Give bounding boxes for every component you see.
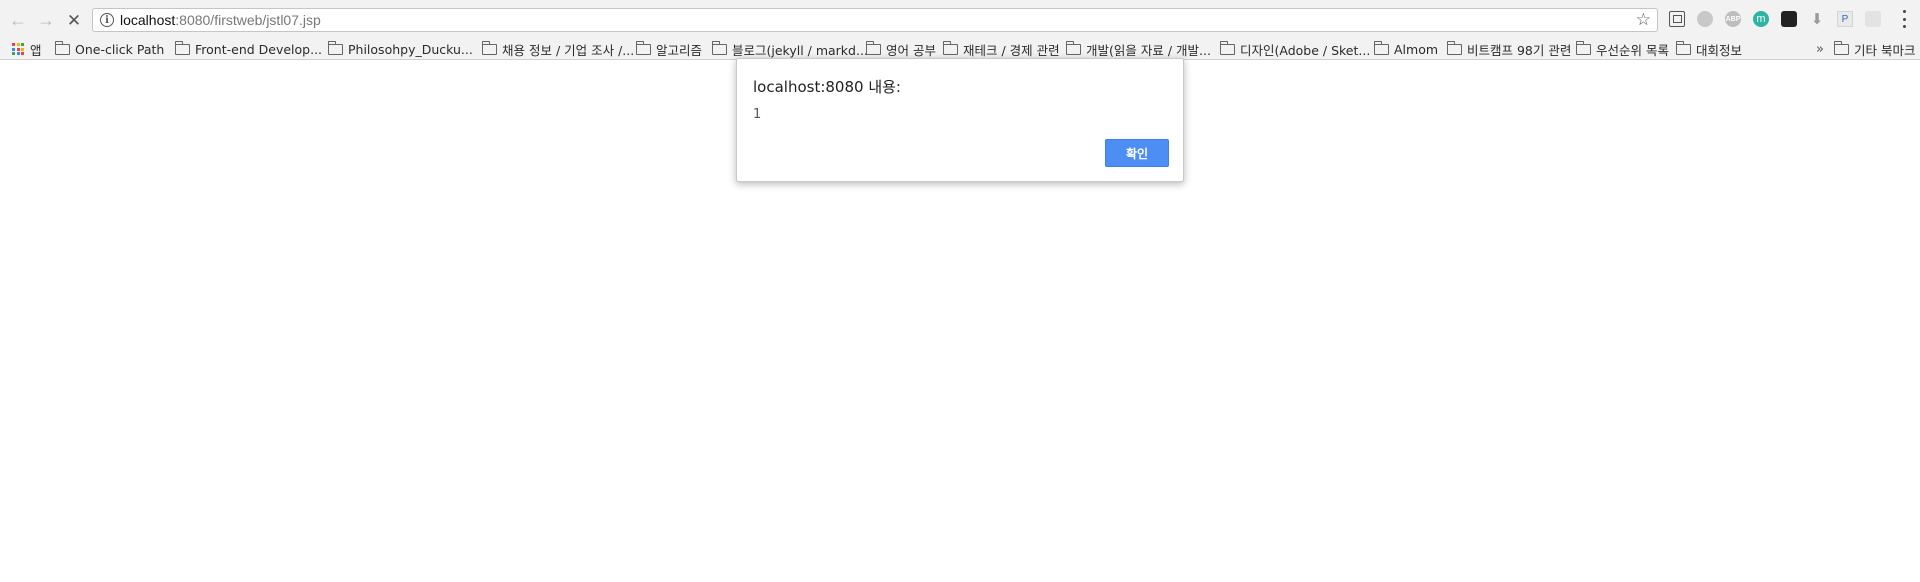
bookmark-label: 대회정보: [1696, 42, 1743, 58]
bookmarks-bar: 앱 One-click Path Front-end Develop... Ph…: [0, 38, 1920, 60]
bookmark-folder[interactable]: 대회정보: [1675, 40, 1743, 58]
address-bar[interactable]: i localhost:8080/firstweb/jstl07.jsp ☆: [92, 8, 1658, 32]
cast-icon[interactable]: [1669, 11, 1685, 27]
forward-button[interactable]: →: [36, 10, 56, 30]
bookmark-label: Front-end Develop...: [195, 41, 323, 57]
browser-chrome: ← → ✕ i localhost:8080/firstweb/jstl07.j…: [0, 0, 1920, 60]
bookmark-apps[interactable]: 앱: [12, 40, 42, 58]
alert-dialog: localhost:8080 내용: 1 확인: [736, 58, 1184, 182]
apps-grid-icon: [12, 43, 24, 55]
folder-icon: [1833, 40, 1849, 55]
bookmark-label: Almom: [1394, 41, 1439, 57]
bookmark-folder[interactable]: 재테크 / 경제 관련: [942, 40, 1060, 58]
bookmark-label: 개발(읽을 자료 / 개발...: [1086, 42, 1211, 58]
folder-icon: [481, 40, 497, 55]
bookmark-folder[interactable]: One-click Path: [54, 40, 165, 58]
arrow-right-icon: →: [37, 10, 55, 30]
extension-icon[interactable]: [1697, 11, 1713, 27]
bookmark-label: 디자인(Adobe / Sket...: [1240, 42, 1371, 58]
info-icon[interactable]: i: [100, 13, 114, 27]
bookmark-label: 블로그(jekyll / markd...: [732, 42, 868, 58]
bookmark-label: 알고리즘: [656, 42, 703, 58]
folder-icon: [1065, 40, 1081, 55]
close-icon: ✕: [66, 10, 82, 30]
dialog-message: 1: [753, 107, 762, 122]
folder-icon: [1219, 40, 1235, 55]
bookmark-folder[interactable]: 비트캠프 98기 관련: [1446, 40, 1572, 58]
bookmark-folder[interactable]: Front-end Develop...: [174, 40, 323, 58]
bookmark-label: One-click Path: [75, 41, 165, 57]
folder-icon: [942, 40, 958, 55]
folder-icon: [1446, 40, 1462, 55]
bookmark-label: 기타 북마크: [1854, 42, 1916, 58]
dialog-title: localhost:8080 내용:: [753, 78, 901, 96]
bookmark-folder[interactable]: Almom: [1373, 40, 1439, 58]
bookmark-folder[interactable]: 알고리즘: [635, 40, 703, 58]
url-path: :8080/firstweb/jstl07.jsp: [175, 12, 321, 28]
download-icon[interactable]: ⬇: [1809, 11, 1825, 28]
bookmark-folder[interactable]: Philosohpy_Ducku...: [327, 40, 473, 58]
ok-button[interactable]: 확인: [1105, 139, 1169, 167]
browser-toolbar: ← → ✕ i localhost:8080/firstweb/jstl07.j…: [0, 0, 1920, 38]
folder-icon: [1675, 40, 1691, 55]
bookmark-other-folder[interactable]: 기타 북마크: [1833, 40, 1916, 58]
folder-icon: [635, 40, 651, 55]
bookmark-folder[interactable]: 개발(읽을 자료 / 개발...: [1065, 40, 1211, 58]
extension-icon[interactable]: [1865, 11, 1881, 27]
bookmark-label: 앱: [30, 42, 42, 58]
folder-icon: [1575, 40, 1591, 55]
folder-icon: [174, 40, 190, 55]
url-text[interactable]: localhost:8080/firstweb/jstl07.jsp: [120, 12, 321, 28]
star-icon[interactable]: ☆: [1636, 10, 1651, 30]
adblock-icon[interactable]: ABP: [1725, 11, 1741, 27]
arrow-left-icon: ←: [9, 10, 27, 30]
bookmark-label: 비트캠프 98기 관련: [1467, 42, 1572, 58]
bookmark-folder[interactable]: 영어 공부: [865, 40, 936, 58]
bookmark-label: 우선순위 목록: [1596, 42, 1669, 58]
bookmark-label: 영어 공부: [886, 42, 936, 58]
bookmark-folder[interactable]: 블로그(jekyll / markd...: [711, 40, 868, 58]
m-extension-icon[interactable]: m: [1753, 11, 1769, 27]
bookmark-folder[interactable]: 우선순위 목록: [1575, 40, 1669, 58]
bookmark-label: 재테크 / 경제 관련: [963, 42, 1060, 58]
bookmark-label: 채용 정보 / 기업 조사 /...: [502, 42, 635, 58]
folder-icon: [1373, 40, 1389, 55]
folder-icon: [327, 40, 343, 55]
folder-icon: [865, 40, 881, 55]
folder-icon: [54, 40, 70, 55]
dark-extension-icon[interactable]: [1781, 11, 1797, 27]
stop-loading-button[interactable]: ✕: [64, 10, 84, 30]
paper-extension-icon[interactable]: P: [1837, 11, 1853, 27]
bookmark-label: Philosohpy_Ducku...: [348, 41, 473, 57]
folder-icon: [711, 40, 727, 55]
bookmarks-overflow-button[interactable]: »: [1816, 40, 1824, 58]
bookmark-folder[interactable]: 채용 정보 / 기업 조사 /...: [481, 40, 635, 58]
back-button[interactable]: ←: [8, 10, 28, 30]
bookmark-folder[interactable]: 디자인(Adobe / Sket...: [1219, 40, 1371, 58]
menu-icon[interactable]: [1902, 10, 1906, 28]
url-host: localhost: [120, 12, 176, 28]
